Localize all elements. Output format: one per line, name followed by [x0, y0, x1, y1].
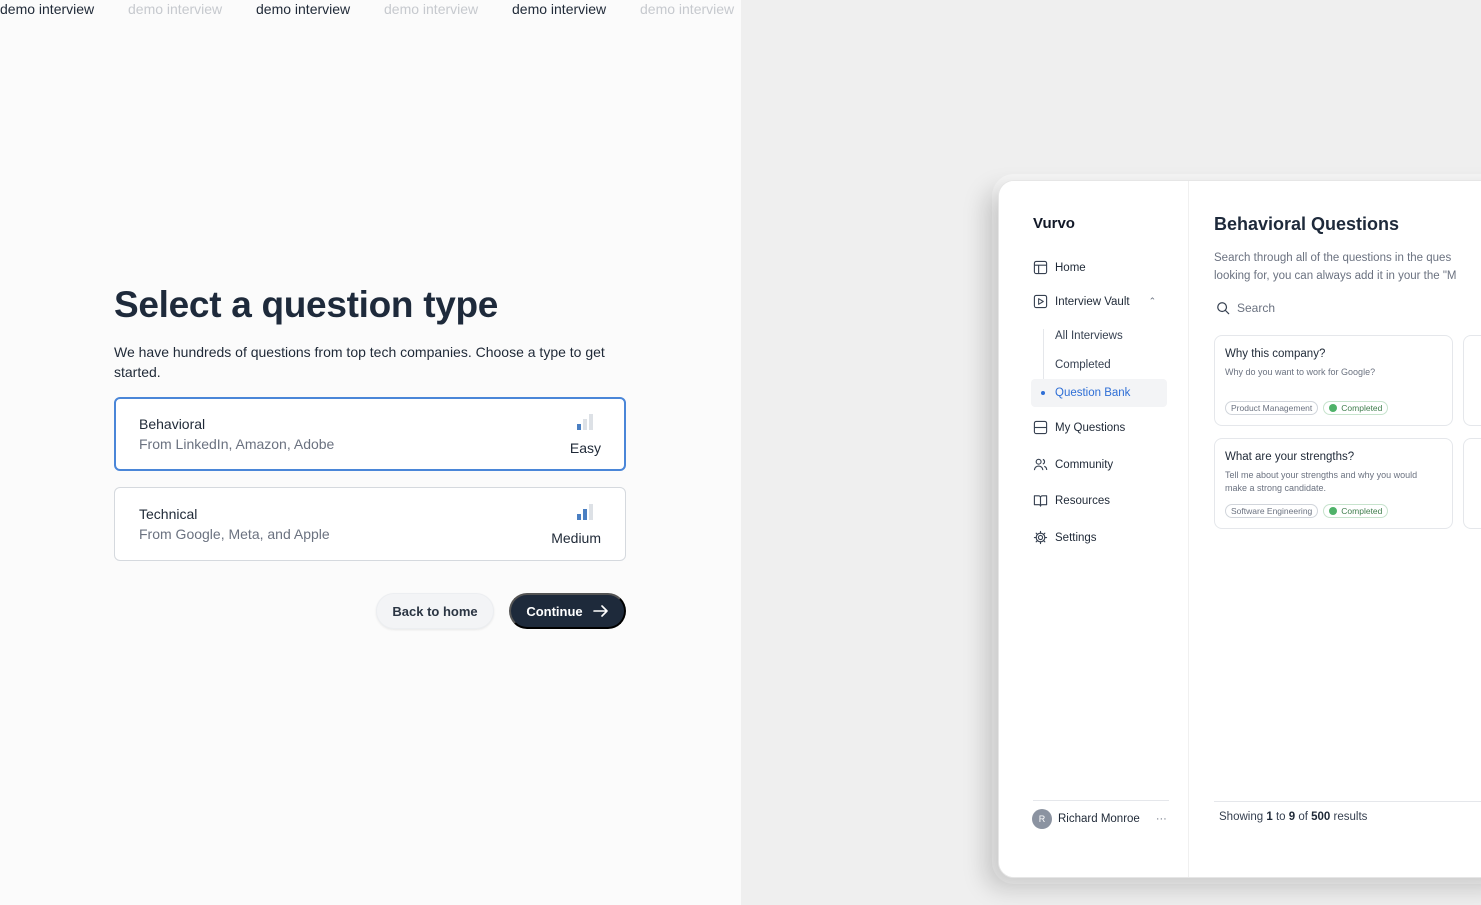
subnav-label: Question Bank [1055, 387, 1131, 399]
question-title: What are your strengths? [1225, 451, 1355, 463]
app-preview-panel: Vurvo Home Interview Vault ⌃ All Intervi… [741, 0, 1481, 905]
book-open-icon [1033, 495, 1048, 507]
user-menu[interactable]: R Richard Monroe ··· [1032, 809, 1167, 829]
nav-interview-vault[interactable]: Interview Vault ⌃ [1033, 294, 1156, 309]
question-title: Why this company? [1225, 348, 1326, 360]
question-type-panel: demo interview demo interview demo inter… [0, 0, 741, 905]
active-dot [1041, 391, 1045, 395]
question-tags: Software Engineering Completed [1225, 504, 1389, 518]
divider [1214, 801, 1481, 802]
ticker-item: demo interview [256, 1, 351, 17]
user-name: Richard Monroe [1058, 813, 1140, 825]
pagination-text: Showing [1219, 811, 1264, 823]
category-tag: Product Management [1225, 401, 1319, 415]
difficulty-easy-icon [577, 414, 593, 430]
nav-label: Resources [1055, 494, 1110, 507]
pagination-text: of [1298, 811, 1308, 823]
status-badge: Completed [1323, 401, 1389, 415]
divider [1033, 800, 1169, 801]
search-field[interactable]: Search [1216, 301, 1275, 315]
ticker-item: demo interview [640, 1, 735, 17]
question-desc: Why do you want to work for Google? [1225, 367, 1376, 377]
nav-home[interactable]: Home [1033, 260, 1086, 275]
ticker-item: demo interview [0, 1, 95, 17]
description-line: looking for, you can always add it in yo… [1214, 270, 1457, 282]
pagination-from: 1 [1266, 811, 1273, 823]
question-tags: Product Management Completed [1225, 401, 1389, 415]
status-badge: Completed [1323, 504, 1389, 518]
arrow-right-icon [592, 605, 608, 617]
pagination-total: 500 [1311, 811, 1331, 823]
status-label: Completed [1341, 403, 1383, 413]
option-difficulty: Medium [551, 530, 601, 546]
nav-label: My Questions [1055, 421, 1126, 434]
option-name: Behavioral [139, 416, 206, 432]
pagination-text: to [1275, 811, 1286, 823]
option-difficulty: Easy [569, 440, 601, 456]
users-icon [1033, 458, 1048, 471]
preview-sidebar: Vurvo Home Interview Vault ⌃ All Intervi… [999, 181, 1189, 877]
ticker-item: demo interview [512, 1, 607, 17]
option-name: Technical [139, 506, 198, 522]
play-square-icon [1033, 294, 1048, 309]
check-circle-icon [1329, 404, 1338, 412]
search-placeholder: Search [1237, 301, 1276, 315]
difficulty-medium-icon [577, 504, 593, 520]
subnav-question-bank[interactable]: Question Bank [1031, 379, 1167, 407]
question-card[interactable]: Why this company? Why do you want to wor… [1214, 335, 1453, 426]
ticker-item: demo interview [128, 1, 223, 17]
pagination-to: 9 [1288, 811, 1296, 823]
subnav-completed[interactable]: Completed [1055, 359, 1111, 371]
back-to-home-button[interactable]: Back to home [376, 593, 494, 629]
option-behavioral[interactable]: Behavioral From LinkedIn, Amazon, Adobe … [114, 397, 626, 471]
gear-icon [1033, 530, 1048, 545]
question-desc: Tell me about your strengths and why you… [1225, 470, 1418, 493]
nav-my-questions[interactable]: My Questions [1033, 420, 1125, 435]
status-label: Completed [1341, 506, 1383, 516]
nav-label: Interview Vault [1055, 295, 1130, 308]
nav-resources[interactable]: Resources [1033, 493, 1110, 508]
continue-button[interactable]: Continue [509, 593, 626, 629]
nav-community[interactable]: Community [1033, 457, 1113, 472]
page-title: Select a question type [114, 284, 499, 325]
brand-logo: Vurvo [1033, 215, 1075, 232]
more-icon[interactable]: ··· [1156, 813, 1167, 825]
nav-label: Community [1055, 458, 1114, 471]
nav-label: Home [1055, 261, 1086, 274]
nav-settings[interactable]: Settings [1033, 530, 1097, 545]
avatar: R [1032, 809, 1052, 829]
check-circle-icon [1329, 507, 1338, 515]
description-line: Search through all of the questions in t… [1214, 252, 1452, 264]
pagination-summary: Showing 1 to 9 of 500 results [1219, 811, 1367, 823]
question-card[interactable]: What are your strengths? Tell me about y… [1214, 438, 1453, 529]
chevron-up-icon[interactable]: ⌃ [1149, 296, 1157, 307]
question-card-partial[interactable] [1463, 335, 1481, 426]
option-technical[interactable]: Technical From Google, Meta, and Apple M… [114, 487, 626, 561]
preview-main: Behavioral Questions Search through all … [1214, 181, 1481, 877]
subnav-line [1043, 329, 1044, 379]
app-preview-window: Vurvo Home Interview Vault ⌃ All Intervi… [998, 180, 1481, 878]
ticker-item: demo interview [384, 1, 479, 17]
page-subtitle: We have hundreds of questions from top t… [114, 344, 605, 380]
section-description: Search through all of the questions in t… [1214, 249, 1481, 285]
question-card-partial[interactable] [1463, 438, 1481, 529]
pagination-text: results [1333, 811, 1368, 823]
nav-label: Settings [1055, 531, 1097, 544]
subnav-all-interviews[interactable]: All Interviews [1055, 330, 1123, 342]
search-icon [1217, 302, 1230, 315]
layout-icon [1033, 260, 1048, 275]
section-title: Behavioral Questions [1214, 214, 1400, 234]
option-companies: From Google, Meta, and Apple [139, 526, 330, 542]
inbox-icon [1033, 420, 1048, 435]
continue-label: Continue [526, 603, 583, 619]
demo-interview-ticker: demo interview demo interview demo inter… [0, 0, 741, 22]
option-companies: From LinkedIn, Amazon, Adobe [139, 436, 335, 452]
category-tag: Software Engineering [1225, 504, 1319, 518]
